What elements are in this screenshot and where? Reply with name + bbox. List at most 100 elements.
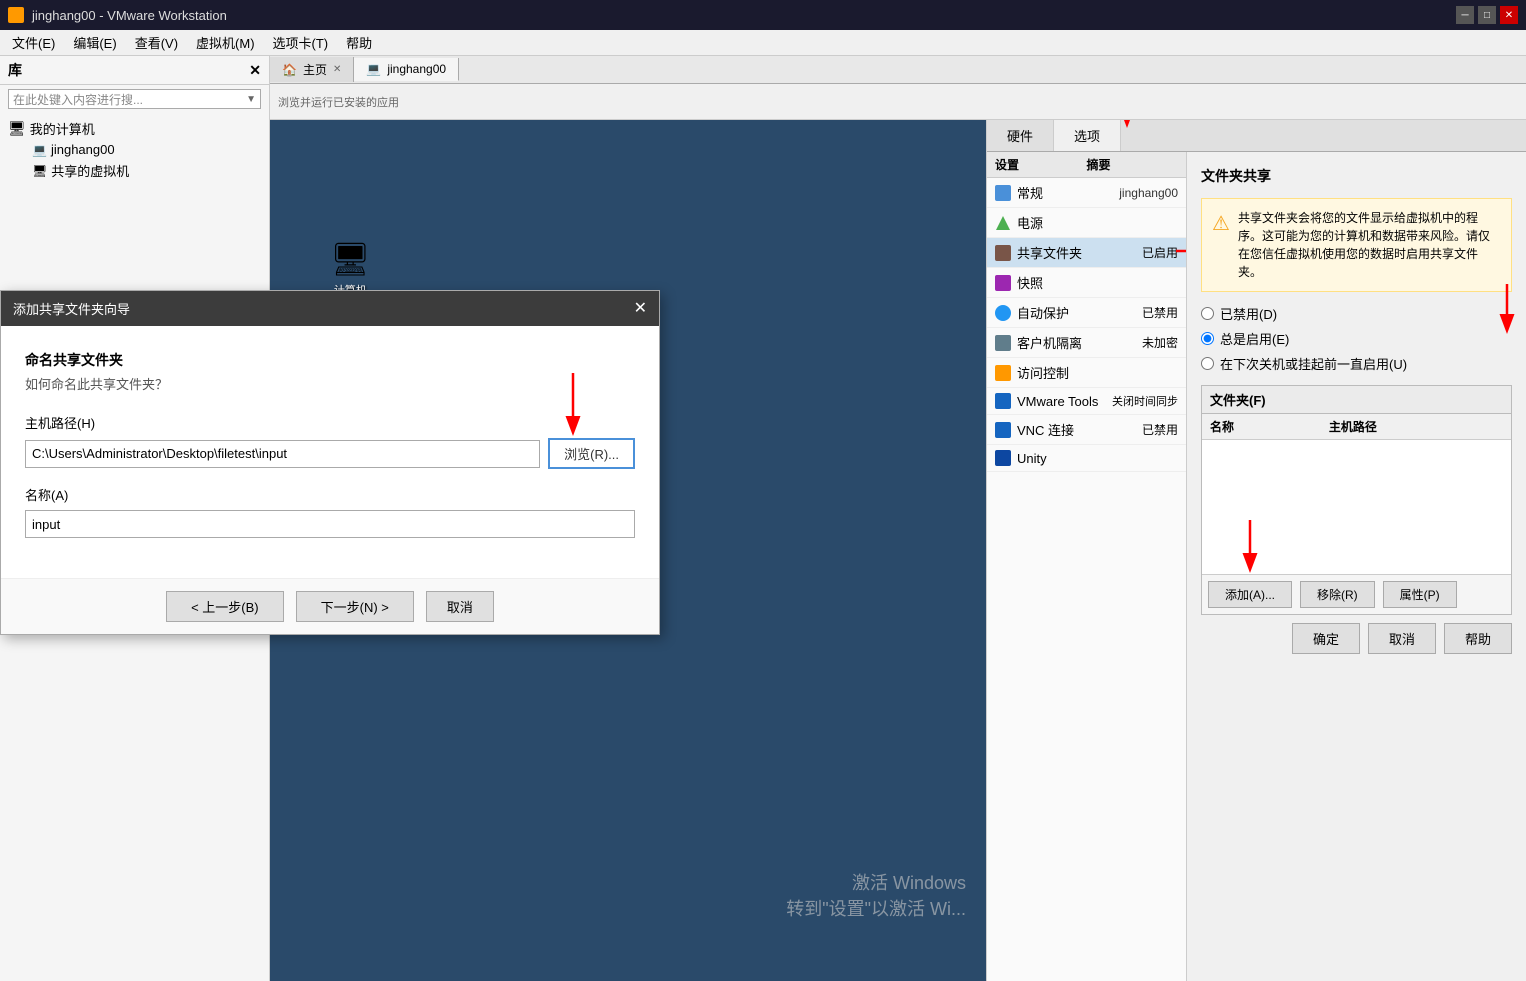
wizard-title-bar: 添加共享文件夹向导 ✕	[1, 291, 659, 326]
vm-toolbar: 浏览并运行已安装的应用	[270, 84, 1526, 120]
snapshot-icon	[995, 275, 1011, 291]
unity-icon	[995, 450, 1011, 466]
settings-content: 设置 摘要 常规 jinghang00	[987, 152, 1526, 981]
menu-file[interactable]: 文件(E)	[4, 31, 63, 54]
settings-item-isolation[interactable]: 客户机隔离 未加密	[987, 328, 1186, 358]
menu-vm[interactable]: 虚拟机(M)	[188, 31, 263, 54]
sidebar-shared-label: 共享的虚拟机	[51, 161, 129, 180]
vm-icon: 💻	[32, 143, 47, 157]
menu-help[interactable]: 帮助	[338, 31, 380, 54]
autoprotect-icon	[995, 305, 1011, 321]
settings-label-autoprotect: 自动保护	[1017, 303, 1136, 322]
name-input[interactable]	[25, 510, 635, 538]
vm-tab-icon: 💻	[366, 62, 381, 76]
settings-header-settings: 设置	[995, 156, 1087, 173]
host-path-input[interactable]	[25, 440, 540, 468]
sidebar-search-box[interactable]: ▼	[8, 89, 261, 109]
maximize-button[interactable]: □	[1478, 6, 1496, 24]
menu-tabs[interactable]: 选项卡(T)	[265, 31, 337, 54]
settings-list: 设置 摘要 常规 jinghang00	[987, 152, 1187, 981]
vmware-icon	[8, 7, 24, 23]
sidebar-close-icon[interactable]: ✕	[249, 62, 261, 79]
cancel-button[interactable]: 取消	[1368, 623, 1436, 654]
desktop-pc-icon: 🖥	[330, 240, 371, 278]
settings-summary-vnc: 已禁用	[1142, 421, 1178, 438]
minimize-button[interactable]: ─	[1456, 6, 1474, 24]
radio-disabled-label: 已禁用(D)	[1220, 304, 1277, 323]
ok-button[interactable]: 确定	[1292, 623, 1360, 654]
settings-item-general[interactable]: 常规 jinghang00	[987, 178, 1186, 208]
radio-disabled[interactable]	[1201, 307, 1214, 320]
settings-item-share[interactable]: 共享文件夹 已启用	[987, 238, 1186, 268]
settings-item-vmtools[interactable]: VMware Tools 关闭时间同步	[987, 388, 1186, 415]
title-bar: jinghang00 - VMware Workstation ─ □ ✕	[0, 0, 1526, 30]
home-icon: 🏠	[282, 63, 297, 77]
settings-item-autoprotect[interactable]: 自动保护 已禁用	[987, 298, 1186, 328]
settings-item-vnc[interactable]: VNC 连接 已禁用	[987, 415, 1186, 445]
tab-hardware[interactable]: 硬件	[987, 120, 1054, 151]
vm-tabs: 🏠 主页 ✕ 💻 jinghang00	[270, 56, 1526, 84]
help-button[interactable]: 帮助	[1444, 623, 1512, 654]
settings-tabs: 硬件 选项	[987, 120, 1526, 152]
name-row	[25, 510, 635, 538]
menu-bar: 文件(E) 编辑(E) 查看(V) 虚拟机(M) 选项卡(T) 帮助	[0, 30, 1526, 56]
power-icon	[995, 215, 1011, 231]
next-button[interactable]: 下一步(N) >	[296, 591, 414, 622]
toolbar-app-text: 浏览并运行已安装的应用	[278, 94, 399, 110]
panel-bottom-buttons: 确定 取消 帮助	[1201, 623, 1512, 654]
sidebar-item-my-computer[interactable]: 🖥 我的计算机	[8, 117, 261, 140]
file-sharing-content: 文件夹共享 ⚠ 共享文件夹会将您的文件显示给虚拟机中的程序。这可能为您的计算机和…	[1187, 152, 1526, 981]
host-path-label: 主机路径(H)	[25, 413, 635, 432]
folder-table: 名称 主机路径	[1202, 414, 1511, 440]
tab-home[interactable]: 🏠 主页 ✕	[270, 57, 354, 82]
close-button[interactable]: ✕	[1500, 6, 1518, 24]
search-input[interactable]	[13, 92, 242, 106]
folder-section-title: 文件夹(F)	[1202, 386, 1511, 414]
host-path-row: 浏览(R)...	[25, 438, 635, 469]
properties-folder-button[interactable]: 属性(P)	[1383, 581, 1457, 608]
settings-item-snapshot[interactable]: 快照	[987, 268, 1186, 298]
sidebar-header: 库 ✕	[0, 56, 269, 85]
radio-section: 已禁用(D) 总是启用(E) 在下次关机或挂起前一直启用(U)	[1201, 304, 1512, 373]
wizard-close-button[interactable]: ✕	[634, 301, 647, 317]
general-icon	[995, 185, 1011, 201]
vmware-window: jinghang00 - VMware Workstation ─ □ ✕ 文件…	[0, 0, 1526, 981]
warning-text: 共享文件夹会将您的文件显示给虚拟机中的程序。这可能为您的计算机和数据带来风险。请…	[1238, 209, 1501, 281]
share-icon	[995, 245, 1011, 261]
settings-item-power[interactable]: 电源	[987, 208, 1186, 238]
sidebar-item-shared[interactable]: 🖥 共享的虚拟机	[28, 159, 261, 182]
settings-item-access[interactable]: 访问控制	[987, 358, 1186, 388]
arrow-add	[1230, 520, 1270, 580]
folder-buttons: 添加(A)... 移除(R) 属性(P)	[1202, 574, 1511, 614]
radio-untiloff[interactable]	[1201, 357, 1214, 370]
settings-label-vmtools: VMware Tools	[1017, 394, 1106, 409]
folder-section: 文件夹(F) 名称 主机路径	[1201, 385, 1512, 615]
remove-folder-button[interactable]: 移除(R)	[1300, 581, 1375, 608]
watermark-line1: 激活 Windows	[786, 869, 966, 895]
col-name: 名称	[1202, 414, 1321, 440]
browse-btn-container: 浏览(R)...	[548, 438, 635, 469]
settings-summary-general: jinghang00	[1119, 186, 1178, 200]
prev-button[interactable]: < 上一步(B)	[166, 591, 284, 622]
settings-summary-share: 已启用	[1142, 244, 1178, 261]
sidebar-item-vm[interactable]: 💻 jinghang00	[28, 140, 261, 159]
settings-summary-autoprotect: 已禁用	[1142, 304, 1178, 321]
settings-label-unity: Unity	[1017, 451, 1178, 466]
wizard-dialog: 添加共享文件夹向导 ✕ 命名共享文件夹 如何命名此共享文件夹？ 主机路径(H) …	[0, 290, 660, 635]
window-title: jinghang00 - VMware Workstation	[32, 8, 227, 23]
name-label: 名称(A)	[25, 485, 635, 504]
menu-view[interactable]: 查看(V)	[127, 31, 186, 54]
settings-list-header-row: 设置 摘要	[987, 152, 1186, 178]
sidebar-title: 库	[8, 60, 22, 80]
settings-label-access: 访问控制	[1017, 363, 1178, 382]
search-dropdown-icon[interactable]: ▼	[246, 94, 256, 105]
add-folder-button[interactable]: 添加(A)...	[1208, 581, 1292, 608]
menu-edit[interactable]: 编辑(E)	[65, 31, 124, 54]
wizard-cancel-button[interactable]: 取消	[426, 591, 494, 622]
tab-vm[interactable]: 💻 jinghang00	[354, 58, 459, 81]
tab-home-close[interactable]: ✕	[333, 64, 341, 75]
arrow-share	[1176, 243, 1187, 263]
settings-item-unity[interactable]: Unity	[987, 445, 1186, 472]
radio-always[interactable]	[1201, 332, 1214, 345]
sidebar-vm-label: jinghang00	[51, 142, 115, 157]
